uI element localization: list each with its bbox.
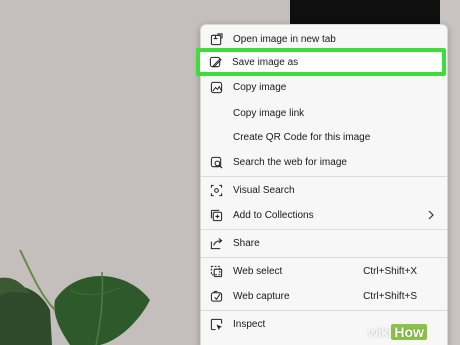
menu-item-save-image-as[interactable]: Save image as	[200, 50, 440, 74]
menu-item-label: Open image in new tab	[233, 33, 336, 45]
menu-item-web-capture[interactable]: Web capture Ctrl+Shift+S	[201, 285, 447, 307]
menu-separator	[201, 176, 447, 177]
menu-item-copy-image-link[interactable]: Copy image link	[201, 102, 447, 124]
screenshot-stage: Open image in new tab Copy image Copy im…	[0, 0, 460, 345]
menu-item-add-to-collections[interactable]: Add to Collections	[201, 204, 447, 226]
menu-item-web-select[interactable]: Web select Ctrl+Shift+X	[201, 260, 447, 282]
menu-separator	[201, 310, 447, 311]
menu-item-label: Visual Search	[233, 184, 295, 196]
menu-item-label: Save image as	[232, 56, 299, 68]
menu-item-label: Copy image	[233, 81, 287, 93]
menu-item-label: Create QR Code for this image	[233, 131, 371, 143]
watermark-text-how: How	[391, 324, 427, 340]
inspect-icon	[209, 317, 223, 331]
collections-icon	[209, 208, 223, 222]
menu-item-share[interactable]: Share	[201, 232, 447, 254]
menu-item-search-web-image[interactable]: Search the web for image	[201, 151, 447, 173]
share-icon	[209, 236, 223, 250]
visual-search-icon	[209, 183, 223, 197]
save-image-icon	[208, 55, 222, 69]
chevron-right-icon	[428, 210, 434, 220]
menu-item-copy-image[interactable]: Copy image	[201, 76, 447, 98]
new-tab-icon	[209, 32, 223, 46]
menu-item-label: Search the web for image	[233, 156, 347, 168]
menu-item-open-image-new-tab[interactable]: Open image in new tab	[201, 28, 447, 50]
menu-separator	[201, 257, 447, 258]
menu-item-label: Copy image link	[233, 107, 305, 119]
menu-item-label: Web capture	[233, 290, 290, 302]
menu-item-label: Add to Collections	[233, 209, 314, 221]
image-search-icon	[209, 155, 223, 169]
keyboard-shortcut: Ctrl+Shift+S	[363, 290, 417, 302]
menu-item-label: Share	[233, 237, 260, 249]
menu-item-create-qr-code[interactable]: Create QR Code for this image	[201, 126, 447, 148]
web-select-icon	[209, 264, 223, 278]
watermark-text-wiki: wiki	[368, 324, 392, 340]
menu-item-label: Web select	[233, 265, 283, 277]
menu-item-visual-search[interactable]: Visual Search	[201, 179, 447, 201]
wikihow-watermark: wiki How	[368, 324, 427, 340]
menu-separator	[201, 229, 447, 230]
menu-item-label: Inspect	[233, 318, 266, 330]
web-capture-icon	[209, 289, 223, 303]
keyboard-shortcut: Ctrl+Shift+X	[363, 265, 417, 277]
copy-image-icon	[209, 80, 223, 94]
plant-leaves-image	[0, 250, 150, 345]
